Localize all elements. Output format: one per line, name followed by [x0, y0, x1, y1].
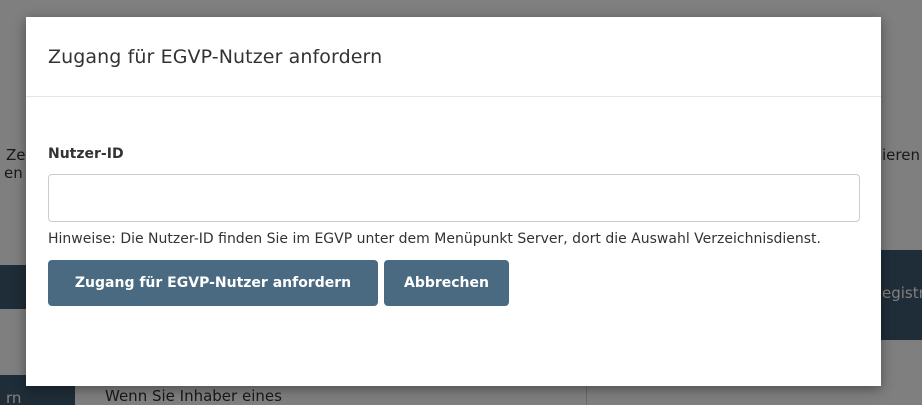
dialog-header: Zugang für EGVP-Nutzer anfordern — [26, 17, 881, 97]
cancel-button[interactable]: Abbrechen — [384, 260, 509, 306]
user-id-input[interactable] — [48, 174, 860, 222]
dialog-buttons: Zugang für EGVP-Nutzer anfordern Abbrech… — [48, 260, 860, 306]
dialog-title: Zugang für EGVP-Nutzer anfordern — [48, 46, 383, 68]
request-access-dialog: Zugang für EGVP-Nutzer anfordern Nutzer-… — [26, 17, 881, 386]
dialog-body: Nutzer-ID Hinweise: Die Nutzer-ID finden… — [26, 146, 881, 306]
request-access-button[interactable]: Zugang für EGVP-Nutzer anfordern — [48, 260, 378, 306]
hint-text: Hinweise: Die Nutzer-ID finden Sie im EG… — [48, 231, 821, 247]
user-id-label: Nutzer-ID — [48, 146, 124, 162]
